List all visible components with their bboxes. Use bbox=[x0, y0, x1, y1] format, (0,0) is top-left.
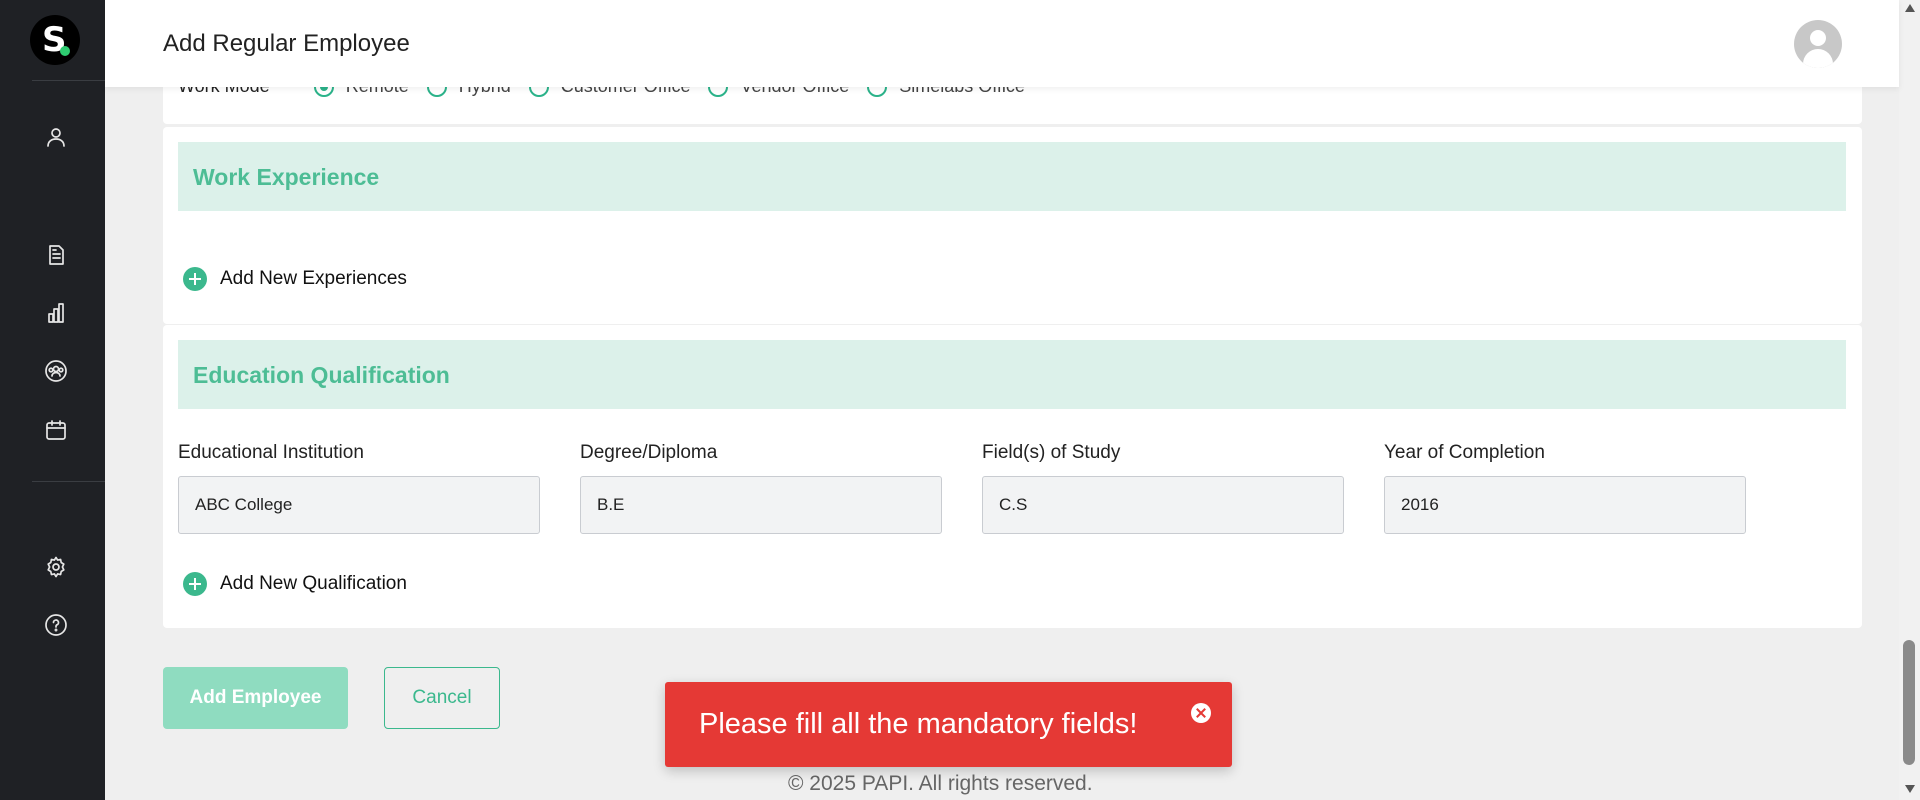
degree-label: Degree/Diploma bbox=[580, 442, 718, 463]
toast-message: Please fill all the mandatory fields! bbox=[699, 708, 1138, 740]
page-scrollbar[interactable] bbox=[1899, 0, 1920, 800]
sidebar-divider bbox=[32, 80, 105, 81]
education-header: Education Qualification bbox=[178, 340, 1846, 409]
chart-icon[interactable] bbox=[42, 299, 70, 327]
document-icon[interactable] bbox=[42, 241, 70, 269]
avatar[interactable] bbox=[1794, 20, 1842, 68]
sidebar-divider bbox=[32, 481, 105, 482]
team-icon[interactable] bbox=[42, 357, 70, 385]
page-title: Add Regular Employee bbox=[163, 30, 410, 57]
logo-dot bbox=[60, 46, 70, 56]
field-of-study-label: Field(s) of Study bbox=[982, 442, 1121, 463]
section-title: Work Experience bbox=[193, 164, 380, 190]
settings-icon[interactable] bbox=[42, 553, 70, 581]
degree-input[interactable]: B.E bbox=[580, 476, 942, 534]
add-qualification-label: Add New Qualification bbox=[220, 573, 407, 594]
add-qualification-button[interactable]: Add New Qualification bbox=[183, 572, 407, 596]
plus-circle-icon bbox=[183, 267, 207, 291]
work-experience-header: Work Experience bbox=[178, 142, 1846, 211]
year-label: Year of Completion bbox=[1384, 442, 1545, 463]
institution-label: Educational Institution bbox=[178, 442, 364, 463]
add-experience-label: Add New Experiences bbox=[220, 268, 407, 289]
calendar-icon[interactable] bbox=[42, 416, 70, 444]
scroll-thumb[interactable] bbox=[1903, 640, 1915, 765]
app-logo[interactable]: S bbox=[30, 15, 80, 65]
add-experience-button[interactable]: Add New Experiences bbox=[183, 267, 407, 291]
help-icon[interactable] bbox=[42, 611, 70, 639]
error-toast: Please fill all the mandatory fields! bbox=[665, 682, 1232, 767]
scroll-down-arrow-icon[interactable] bbox=[1905, 785, 1915, 793]
top-header: Add Regular Employee bbox=[105, 0, 1899, 87]
avatar-body bbox=[1803, 49, 1833, 68]
plus-circle-icon bbox=[183, 572, 207, 596]
year-input[interactable]: 2016 bbox=[1384, 476, 1746, 534]
footer-copyright: © 2025 PAPI. All rights reserved. bbox=[788, 772, 1093, 795]
close-icon[interactable] bbox=[1191, 703, 1211, 723]
sidebar: S bbox=[0, 0, 105, 800]
field-of-study-input[interactable]: C.S bbox=[982, 476, 1344, 534]
section-title: Education Qualification bbox=[193, 362, 450, 388]
avatar-head bbox=[1810, 30, 1826, 46]
add-employee-button[interactable]: Add Employee bbox=[163, 667, 348, 729]
cancel-button[interactable]: Cancel bbox=[384, 667, 500, 729]
institution-input[interactable]: ABC College bbox=[178, 476, 540, 534]
user-icon[interactable] bbox=[42, 123, 70, 151]
scroll-up-arrow-icon[interactable] bbox=[1905, 4, 1915, 12]
